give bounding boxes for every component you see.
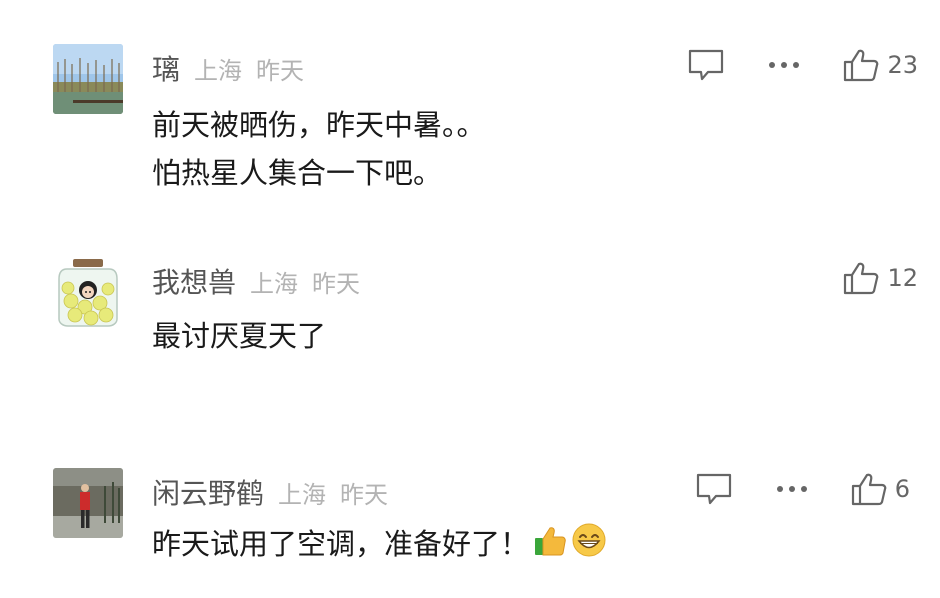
avatar-image: [53, 257, 123, 327]
avatar[interactable]: [53, 468, 123, 538]
reply-button[interactable]: [695, 472, 733, 506]
comment-line: 前天被晒伤，昨天中暑。。: [152, 108, 486, 142]
username[interactable]: 璃: [152, 48, 180, 88]
comment-actions: 23: [687, 48, 918, 82]
location: 上海: [278, 481, 327, 509]
avatar-image: [53, 468, 123, 538]
reply-button[interactable]: [687, 48, 725, 82]
comment-meta: 闲云野鹤 上海 昨天: [152, 472, 388, 512]
avatar-image: [53, 44, 123, 114]
like-button[interactable]: 23: [843, 48, 918, 82]
more-dots-icon: [776, 486, 807, 492]
timestamp: 昨天: [256, 57, 305, 85]
comment-line: 昨天试用了空调，准备好了！: [152, 520, 607, 572]
more-dots-icon: [769, 62, 800, 68]
timestamp: 昨天: [312, 270, 361, 298]
comment-text: 前天被晒伤，昨天中暑。。 怕热星人集合一下吧。: [152, 101, 486, 197]
avatar[interactable]: [53, 257, 123, 327]
comment-text: 昨天试用了空调，准备好了！: [152, 520, 607, 572]
comment-line: 最讨厌夏天了: [152, 319, 327, 353]
comment-text: 最讨厌夏天了: [152, 312, 326, 360]
location: 上海: [194, 57, 243, 85]
thumbs-up-outline-icon: [844, 49, 879, 82]
comment-actions: 6: [695, 472, 910, 506]
comment-actions: 12: [843, 261, 918, 295]
more-button[interactable]: [775, 484, 809, 494]
like-count: 23: [887, 51, 918, 79]
thumbs-up-emoji: [533, 524, 567, 572]
avatar[interactable]: [53, 44, 123, 114]
comment-line: 怕热星人集合一下吧。: [152, 156, 443, 190]
grinning-face-emoji: [571, 522, 607, 572]
username[interactable]: 闲云野鹤: [152, 472, 264, 512]
comment-bubble-icon: [696, 473, 731, 505]
comment-meta: 我想兽 上海 昨天: [152, 261, 360, 301]
comment-bubble-icon: [689, 49, 724, 81]
more-button[interactable]: [767, 60, 801, 70]
comment-meta: 璃 上海 昨天: [152, 48, 304, 88]
thumbs-up-outline-icon: [844, 262, 879, 295]
like-count: 12: [887, 264, 918, 292]
username[interactable]: 我想兽: [152, 261, 236, 301]
timestamp: 昨天: [340, 481, 389, 509]
location: 上海: [250, 270, 299, 298]
like-count: 6: [894, 475, 910, 503]
like-button[interactable]: 12: [843, 261, 918, 295]
like-button[interactable]: 6: [851, 472, 910, 506]
thumbs-up-outline-icon: [851, 473, 887, 506]
comment-line-text: 昨天试用了空调，准备好了！: [152, 527, 530, 561]
